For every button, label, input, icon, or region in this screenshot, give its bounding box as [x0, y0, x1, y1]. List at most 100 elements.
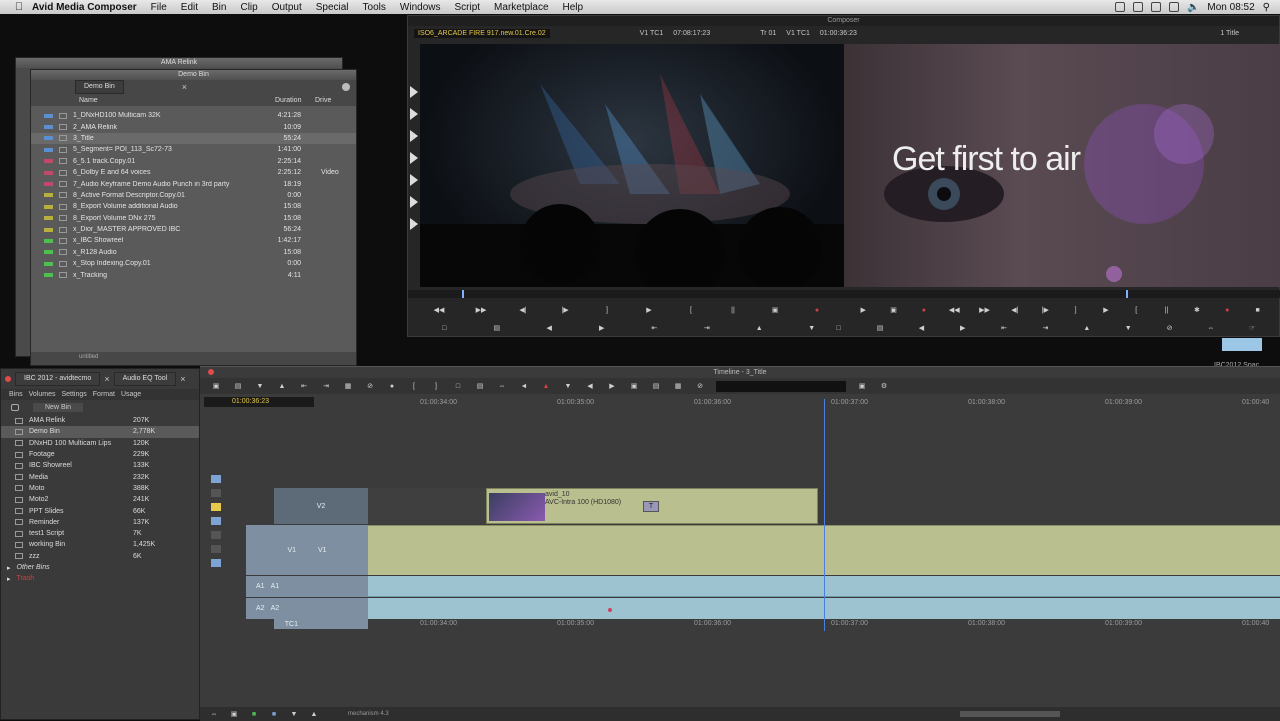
side-tool-7-icon[interactable] — [211, 559, 221, 567]
bin-clip-row[interactable]: 8_Export Volume additional Audio 15:08 — [31, 201, 356, 212]
project-bin-row[interactable]: zzz 6K — [1, 551, 199, 562]
time-machine-icon[interactable] — [1132, 2, 1143, 12]
menu-edit[interactable]: Edit — [181, 2, 198, 13]
bin-clip-row[interactable]: x_IBC Showreel 1:42:17 — [31, 235, 356, 246]
tl-tool-12-icon[interactable]: □ — [452, 382, 464, 391]
rec-mark-icon[interactable]: ▶ — [857, 306, 869, 315]
menu-help[interactable]: Help — [563, 2, 584, 13]
bluetooth-icon[interactable] — [1150, 2, 1161, 12]
tl-tool-23-icon[interactable]: ⊘ — [694, 382, 706, 391]
bin-clip-row[interactable]: 1_DNxHD100 Multicam 32K 4:21:28 — [31, 110, 356, 121]
rec-ff-icon[interactable]: ▶▶ — [979, 306, 991, 315]
side-tool-1-icon[interactable] — [211, 475, 221, 483]
rec-lock-icon[interactable]: ■ — [1252, 306, 1264, 315]
title-clip[interactable]: avid_10 AVC-Intra 100 (HD1080) T — [486, 488, 818, 524]
bottom-tool-5-icon[interactable]: ▼ — [288, 710, 300, 719]
track-a2[interactable]: A2 A2 — [246, 598, 368, 619]
project-bin-row[interactable]: Media 232K — [1, 471, 199, 482]
side-tool-3-icon[interactable] — [211, 503, 221, 511]
source-position-indicator[interactable] — [462, 290, 464, 298]
rewind-icon[interactable]: ◀◀ — [433, 306, 445, 315]
app-name[interactable]: Avid Media Composer — [32, 2, 137, 13]
rec-mark-clip-icon[interactable]: || — [1161, 306, 1173, 315]
project-close-icon[interactable] — [5, 376, 11, 382]
tc2-label[interactable]: V1 TC1 — [786, 30, 810, 37]
tr-label[interactable]: Tr 01 — [760, 30, 776, 37]
mode-label[interactable]: 1 Title — [1220, 30, 1239, 37]
track-v2[interactable]: V2 — [274, 488, 368, 524]
clear-marks-icon[interactable]: ▣ — [769, 306, 781, 315]
project-bin-row[interactable]: IBC Showreel 133K — [1, 460, 199, 471]
bin-clip-row[interactable]: 2_AMA Relink 10:09 — [31, 121, 356, 132]
title-effect-icon[interactable]: T — [643, 501, 659, 512]
timeline-scrollbar[interactable] — [960, 711, 1060, 717]
bottom-tool-2-icon[interactable]: ▣ — [228, 710, 240, 719]
rec-extract-icon[interactable]: ▼ — [1122, 324, 1134, 333]
record-dot-icon[interactable]: ● — [811, 306, 823, 315]
bin-clip-row[interactable]: 8_Active Format Descriptor.Copy.01 0:00 — [31, 190, 356, 201]
bin-clip-row[interactable]: x_Stop Indexing.Copy.01 0:00 — [31, 258, 356, 269]
subtab-format[interactable]: Format — [93, 391, 115, 398]
rec-go-in-icon[interactable]: ⇤ — [998, 324, 1010, 333]
status-icon[interactable] — [1114, 2, 1125, 12]
subtab-volumes[interactable]: Volumes — [29, 391, 56, 398]
spotlight-icon[interactable]: ⚲ — [1263, 2, 1270, 13]
bottom-tool-6-icon[interactable]: ▲ — [308, 710, 320, 719]
tl-tool-6-icon[interactable]: ⇥ — [320, 382, 332, 391]
project-bin-row[interactable]: AMA Relink 207K — [1, 415, 199, 426]
close-icon[interactable]: × — [182, 82, 187, 92]
subtab-usage[interactable]: Usage — [121, 391, 141, 398]
tl-tool-3-icon[interactable]: ▼ — [254, 382, 266, 391]
bin-clip-row[interactable]: 6_5.1 track.Copy.01 2:25:14 — [31, 156, 356, 167]
project-bin-row[interactable]: Moto2 241K — [1, 494, 199, 505]
position-bar[interactable] — [408, 290, 1280, 298]
menu-windows[interactable]: Windows — [400, 2, 441, 13]
tl-tool-19-icon[interactable]: ▶ — [606, 382, 618, 391]
light-blue-chip[interactable] — [1222, 338, 1262, 351]
volume-icon[interactable]: 🔈 — [1187, 2, 1199, 13]
source-clip-name[interactable]: ISO6_ARCADE FIRE 917.new.01.Cre.02 — [414, 28, 550, 38]
bin-clip-row[interactable]: x_Tracking 4:11 — [31, 269, 356, 280]
demo-bin-title[interactable]: Demo Bin — [31, 70, 356, 80]
step-forward-icon[interactable]: |▶ — [559, 306, 571, 315]
rec-step-forward-icon[interactable]: |▶ — [1039, 306, 1051, 315]
menu-marketplace[interactable]: Marketplace — [494, 2, 548, 13]
track-a1[interactable]: A1 A1 — [246, 576, 368, 597]
new-bin-button[interactable]: New Bin — [33, 402, 84, 412]
rec-mark-out-icon[interactable]: ] — [1070, 306, 1082, 315]
disclosure-icon[interactable]: ▸ — [7, 564, 11, 572]
bin-footer-label[interactable]: untitled — [79, 354, 98, 360]
col-name[interactable]: Name — [79, 97, 275, 104]
tc1-label[interactable]: V1 TC1 — [640, 30, 664, 37]
bottom-tool-4-icon[interactable]: ■ — [268, 710, 280, 719]
tl-tool-9-icon[interactable]: ● — [386, 382, 398, 391]
audio-eq-tab[interactable]: Audio EQ Tool — [113, 372, 177, 386]
rec-trim-icon[interactable]: ⇔ — [1205, 324, 1217, 333]
audio-eq-close-icon[interactable]: × — [180, 374, 185, 384]
go-to-in-icon[interactable]: ⇤ — [648, 324, 660, 333]
rec-record-icon[interactable]: ● — [918, 306, 930, 315]
tl-tool-22-icon[interactable]: ▦ — [672, 382, 684, 391]
tl-tool-14-icon[interactable]: ⇔ — [496, 382, 508, 391]
rec-lift-icon[interactable]: ▲ — [1081, 324, 1093, 333]
rec-hand-icon[interactable]: ☞ — [1246, 324, 1258, 333]
step-back-icon[interactable]: ◀| — [517, 306, 529, 315]
tl-tool-18-icon[interactable]: ◀ — [584, 382, 596, 391]
tc1-value[interactable]: 07:08:17:23 — [673, 30, 710, 37]
jog-back-icon[interactable]: ◀ — [543, 324, 555, 333]
project-bin-row[interactable]: test1 Script 7K — [1, 528, 199, 539]
rec-rewind-icon[interactable]: ◀◀ — [948, 306, 960, 315]
project-bin-row[interactable]: Moto 388K — [1, 483, 199, 494]
rec-red-icon[interactable]: ● — [1221, 306, 1233, 315]
bin-clip-row[interactable]: 7_Audio Keyframe Demo Audio Punch in 3rd… — [31, 178, 356, 189]
rec-go-out-icon[interactable]: ⇥ — [1039, 324, 1051, 333]
tl-tool-20-icon[interactable]: ▣ — [628, 382, 640, 391]
track-v1[interactable]: V1 V1 — [246, 525, 368, 575]
project-bin-row[interactable]: Demo Bin 2,778K — [1, 426, 199, 438]
menu-output[interactable]: Output — [272, 2, 302, 13]
bin-icon[interactable] — [11, 403, 19, 411]
tl-tool-17-icon[interactable]: ▼ — [562, 382, 574, 391]
tl-tool-16-icon[interactable]: ▲ — [540, 382, 552, 391]
project-bin-row[interactable]: Footage 229K — [1, 449, 199, 460]
bin-clip-row[interactable]: 5_Segment= POI_113_Sc72-73 1:41:00 — [31, 144, 356, 155]
